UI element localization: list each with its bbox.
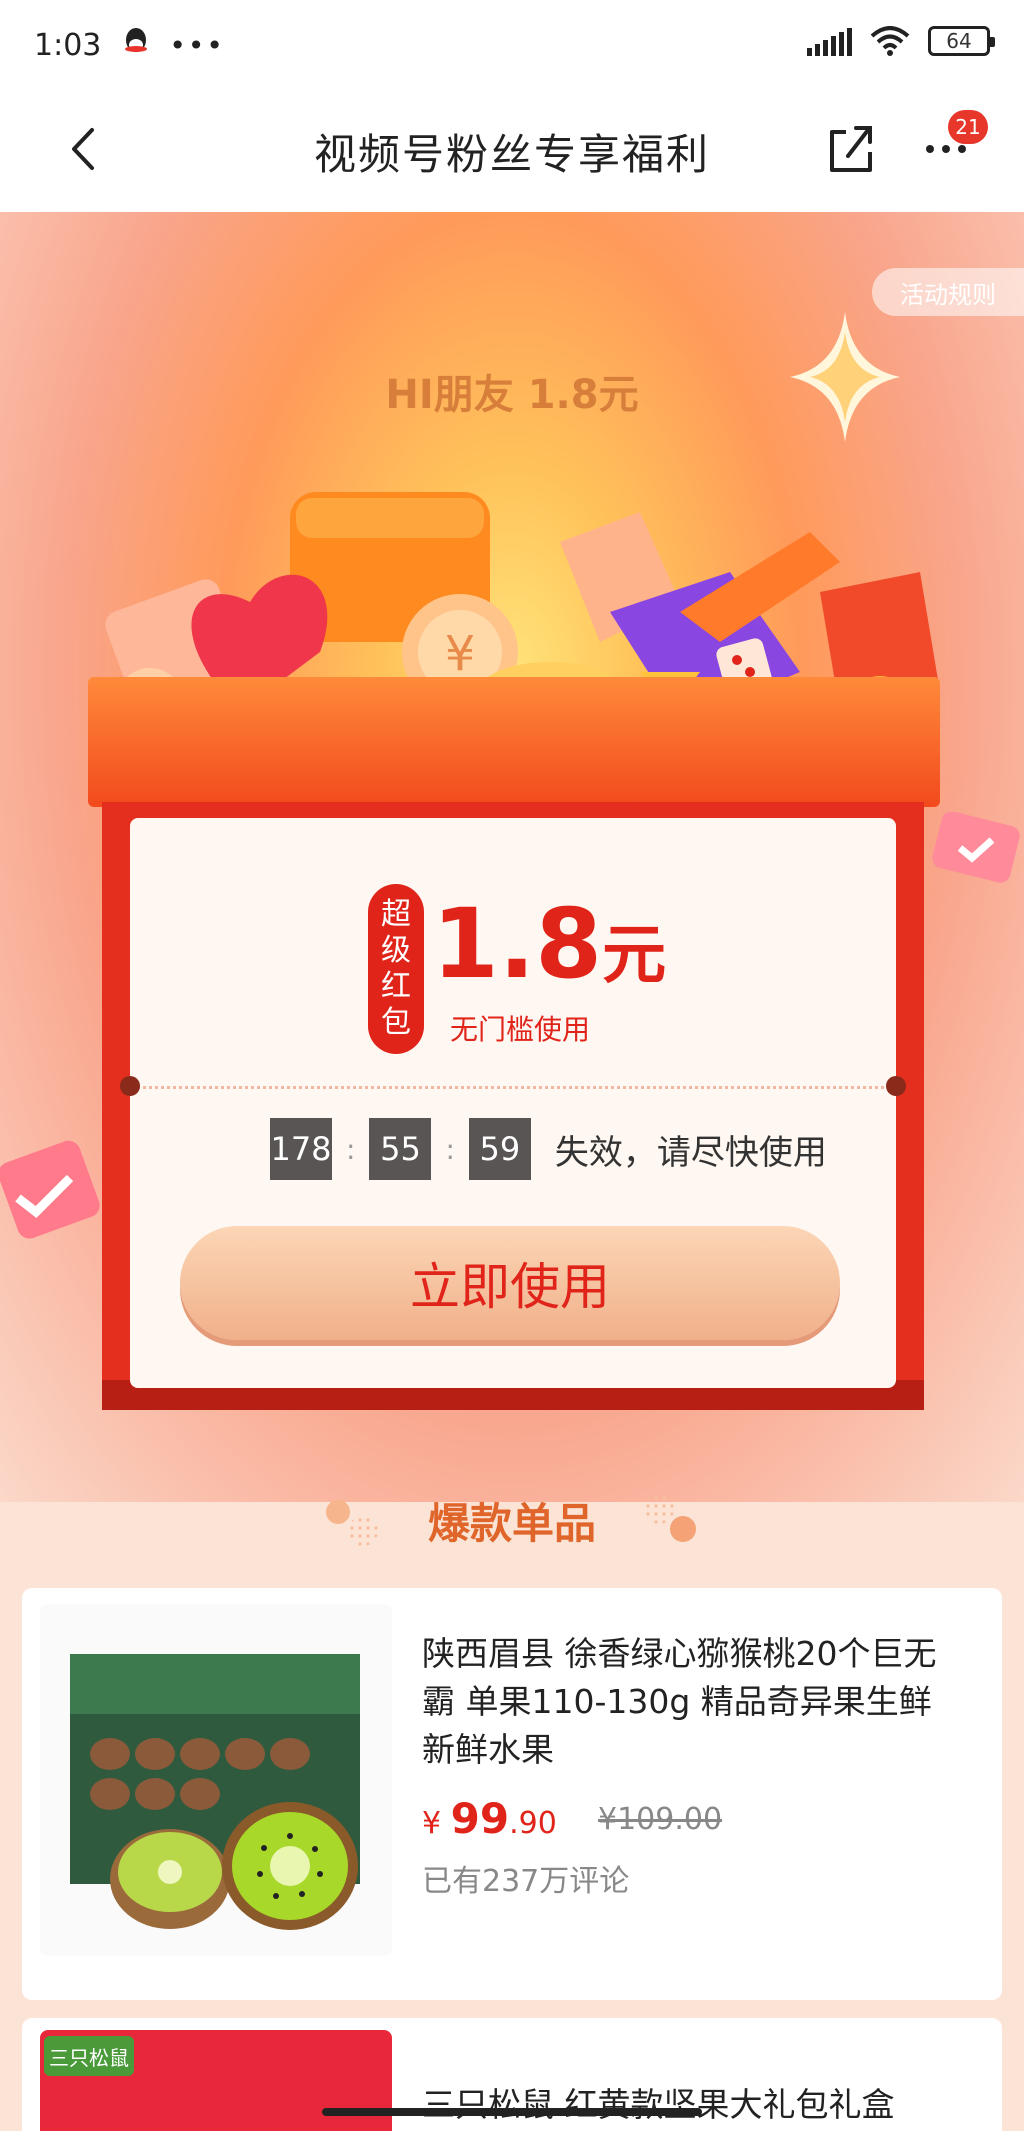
price-integer: 99 [450,1794,510,1843]
status-bar: 1:03 ••• 64 [0,0,1024,90]
back-icon[interactable] [58,124,108,174]
coupon-threshold: 无门槛使用 [450,1013,591,1046]
countdown-minutes: 55 [369,1118,432,1180]
section-title: 爆款单品 [427,1499,596,1548]
brand-logo: 三只松鼠 [44,2036,134,2076]
countdown-seconds: 59 [468,1118,531,1180]
original-price: ¥109.00 [598,1802,723,1837]
page-title: 视频号粉丝专享福利 [313,129,710,179]
price-decimal: .90 [509,1806,557,1841]
gift-box-lid [88,677,940,807]
use-now-button[interactable]: 立即使用 [180,1226,840,1340]
product-image[interactable] [40,1604,392,1956]
countdown-separator: : [346,1132,356,1166]
coupon-notch-left [120,1076,140,1096]
review-count: 已有237万评论 [422,1864,630,1899]
product-card[interactable]: 陕西眉县 徐香绿心猕猴桃20个巨无霸 单果110-130g 精品奇异果生鲜 新鲜… [22,1588,1002,2000]
qq-icon [123,27,149,64]
decor-dot [670,1516,696,1542]
decor-dot [644,1494,674,1524]
product-name[interactable]: 陕西眉县 徐香绿心猕猴桃20个巨无霸 单果110-130g 精品奇异果生鲜 新鲜… [422,1630,962,1774]
countdown-suffix: 失效，请尽快使用 [554,1132,827,1173]
coupon-amount-unit: 元 [602,919,667,993]
tag-char: 包 [381,1005,411,1040]
countdown: 178 : 55 : 59 失效，请尽快使用 [270,1118,827,1180]
coupon-amount: 1.8元 [432,888,666,1000]
home-indicator[interactable] [322,2108,702,2116]
price-currency: ¥ [422,1806,442,1841]
countdown-separator: : [445,1132,455,1166]
coupon-amount-value: 1.8 [432,888,603,1000]
nav-bar: 视频号粉丝专享福利 21 [0,90,1024,212]
product-name[interactable]: 三只松鼠 红黄款坚果大礼包礼盒 [422,2078,895,2126]
tag-char: 级 [381,933,411,968]
share-icon[interactable] [826,122,876,176]
wifi-icon [870,26,910,56]
status-time: 1:03 [34,27,102,63]
coupon-divider [130,1086,896,1089]
sparkle-icon [790,312,900,442]
svg-text:¥: ¥ [445,626,476,682]
hero-section: 活动规则 HI朋友 1.8元 ¥ 超 级 红 包 1.8元 无门槛使用 178 … [0,212,1024,1502]
tag-char: 红 [381,969,411,1004]
rules-button[interactable]: 活动规则 [872,268,1024,316]
super-hongbao-tag: 超 级 红 包 [368,884,424,1054]
check-badge-icon [932,812,1020,883]
coupon-card: 超 级 红 包 1.8元 无门槛使用 178 : 55 : 59 失效，请尽快使… [120,818,906,1388]
product-price: ¥ 99.90 [422,1794,557,1843]
check-badge-icon [0,1140,100,1239]
tag-char: 超 [381,897,411,932]
coupon-notch-right [886,1076,906,1096]
kiwi-box-image [70,1654,360,1930]
battery-icon: 64 [928,26,995,56]
notification-badge: 21 [948,110,988,144]
status-more-dots: ••• [169,28,225,62]
countdown-hours: 178 [270,1118,332,1180]
signal-icon [807,26,852,56]
